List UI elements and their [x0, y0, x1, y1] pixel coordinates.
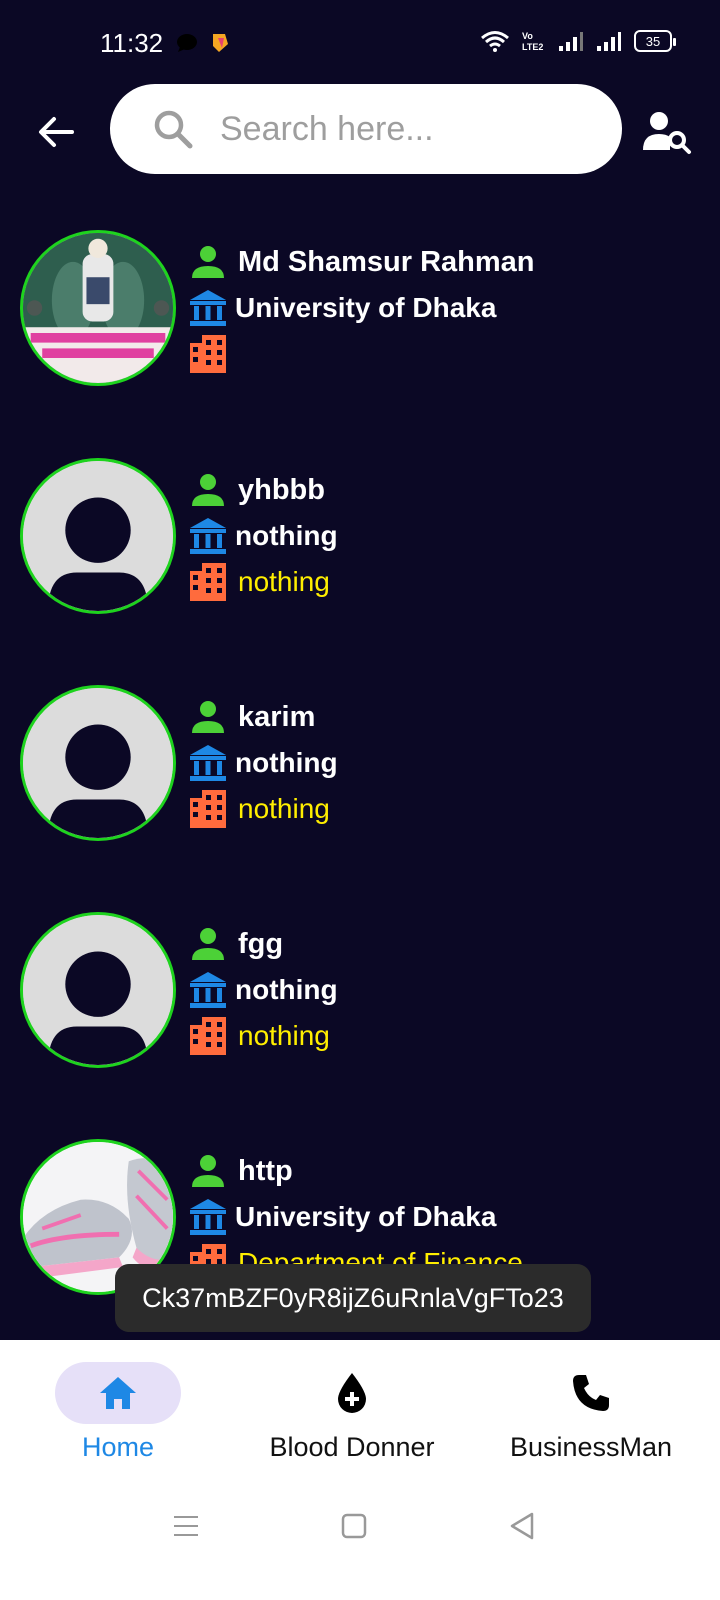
status-bar: 11:32 Vo LTE2 35	[0, 0, 720, 90]
list-item[interactable]: Md Shamsur Rahman University of Dhaka	[0, 228, 720, 398]
nav-label-blood-donner: Blood Donner	[269, 1432, 435, 1462]
default-avatar-icon	[23, 461, 173, 611]
institution-row: nothing	[188, 743, 338, 783]
institution-row: nothing	[188, 970, 338, 1010]
nav-item-businessman[interactable]: BusinessMan	[496, 1340, 686, 1470]
battery-icon: 35	[634, 30, 676, 52]
avatar	[20, 458, 176, 614]
square-icon	[341, 1513, 367, 1539]
institution-icon	[190, 518, 226, 554]
battery-level: 35	[645, 33, 661, 49]
institution-row: University of Dhaka	[188, 288, 496, 328]
institution-icon	[190, 745, 226, 781]
institution-icon	[190, 290, 226, 326]
department-row: nothing	[188, 789, 330, 829]
person-icon	[192, 1155, 224, 1187]
search-box[interactable]	[110, 84, 622, 174]
person-icon	[192, 701, 224, 733]
user-name: http	[238, 1154, 293, 1187]
blood-drop-icon	[338, 1373, 366, 1413]
person-search-icon	[643, 112, 691, 154]
nav-icon-holder	[289, 1362, 415, 1424]
department-row: nothing	[188, 562, 330, 602]
user-name: Md Shamsur Rahman	[238, 245, 535, 278]
avatar-photo-banner	[23, 233, 173, 383]
building-icon	[190, 790, 226, 828]
signal-1-icon	[559, 32, 583, 51]
home-system-button[interactable]	[338, 1510, 370, 1542]
svg-text:Vo: Vo	[522, 31, 533, 41]
person-icon	[192, 928, 224, 960]
default-avatar-icon	[23, 688, 173, 838]
phone-icon	[573, 1375, 609, 1411]
institution-icon	[190, 972, 226, 1008]
avatar	[20, 685, 176, 841]
status-notification-icons	[176, 32, 230, 54]
user-institution: nothing	[235, 747, 338, 778]
nav-label-businessman: BusinessMan	[509, 1432, 673, 1462]
recents-button[interactable]	[170, 1510, 202, 1542]
search-icon	[154, 110, 193, 149]
name-row: http	[188, 1151, 293, 1191]
user-name: yhbbb	[238, 473, 325, 506]
system-navigation-bar	[0, 1490, 720, 1600]
building-icon	[190, 335, 226, 373]
status-time: 11:32	[100, 28, 164, 58]
list-item[interactable]: karim nothing nothing	[0, 683, 720, 853]
nav-icon-holder	[528, 1362, 654, 1424]
person-icon	[192, 474, 224, 506]
institution-icon	[190, 1199, 226, 1235]
default-avatar-icon	[23, 915, 173, 1065]
department-row	[188, 334, 238, 374]
toast-message: Ck37mBZF0yR8ijZ6uRnlaVgFTo23	[115, 1264, 591, 1332]
back-button[interactable]	[34, 110, 78, 154]
menu-lines-icon	[174, 1516, 198, 1536]
user-institution: nothing	[235, 974, 338, 1005]
list-item[interactable]: fgg nothing nothing	[0, 910, 720, 1080]
user-name: karim	[238, 700, 316, 733]
user-institution: University of Dhaka	[235, 292, 497, 323]
nav-item-blood-donner[interactable]: Blood Donner	[252, 1340, 452, 1470]
nav-label-home: Home	[81, 1432, 155, 1462]
institution-row: nothing	[188, 516, 338, 556]
toast-text: Ck37mBZF0yR8ijZ6uRnlaVgFTo23	[142, 1282, 564, 1313]
department-row: nothing	[188, 1016, 330, 1056]
avatar	[20, 912, 176, 1068]
avatar	[20, 230, 176, 386]
nav-item-home[interactable]: Home	[40, 1340, 196, 1470]
building-icon	[190, 1017, 226, 1055]
user-department: nothing	[238, 793, 330, 824]
status-system-icons: Vo LTE2 35	[480, 30, 676, 52]
back-system-button[interactable]	[506, 1510, 538, 1542]
user-search-button[interactable]	[642, 110, 694, 156]
user-institution: University of Dhaka	[235, 1201, 497, 1232]
search-input[interactable]	[220, 102, 590, 156]
wifi-icon	[481, 31, 509, 52]
bottom-navigation: Home Blood Donner BusinessMan	[0, 1340, 720, 1490]
user-name: fgg	[238, 927, 284, 960]
triangle-back-icon	[510, 1512, 534, 1540]
name-row: karim	[188, 697, 315, 737]
person-icon	[192, 246, 224, 278]
user-department: nothing	[238, 1020, 330, 1051]
arrow-back-icon	[39, 117, 74, 147]
institution-row: University of Dhaka	[188, 1197, 496, 1237]
svg-text:LTE2: LTE2	[522, 42, 543, 52]
user-institution: nothing	[235, 520, 338, 551]
name-row: yhbbb	[188, 470, 325, 510]
name-row: fgg	[188, 924, 283, 964]
app-notification-icon	[213, 34, 228, 52]
building-icon	[190, 563, 226, 601]
nav-active-indicator	[55, 1362, 181, 1424]
user-department: nothing	[238, 566, 330, 597]
chat-bubble-icon	[177, 34, 197, 52]
volte-icon: VoLTE2	[522, 31, 543, 52]
name-row: Md Shamsur Rahman	[188, 242, 535, 282]
list-item[interactable]: yhbbb nothing nothing	[0, 456, 720, 626]
signal-2-icon	[597, 32, 621, 51]
home-icon	[100, 1377, 136, 1409]
